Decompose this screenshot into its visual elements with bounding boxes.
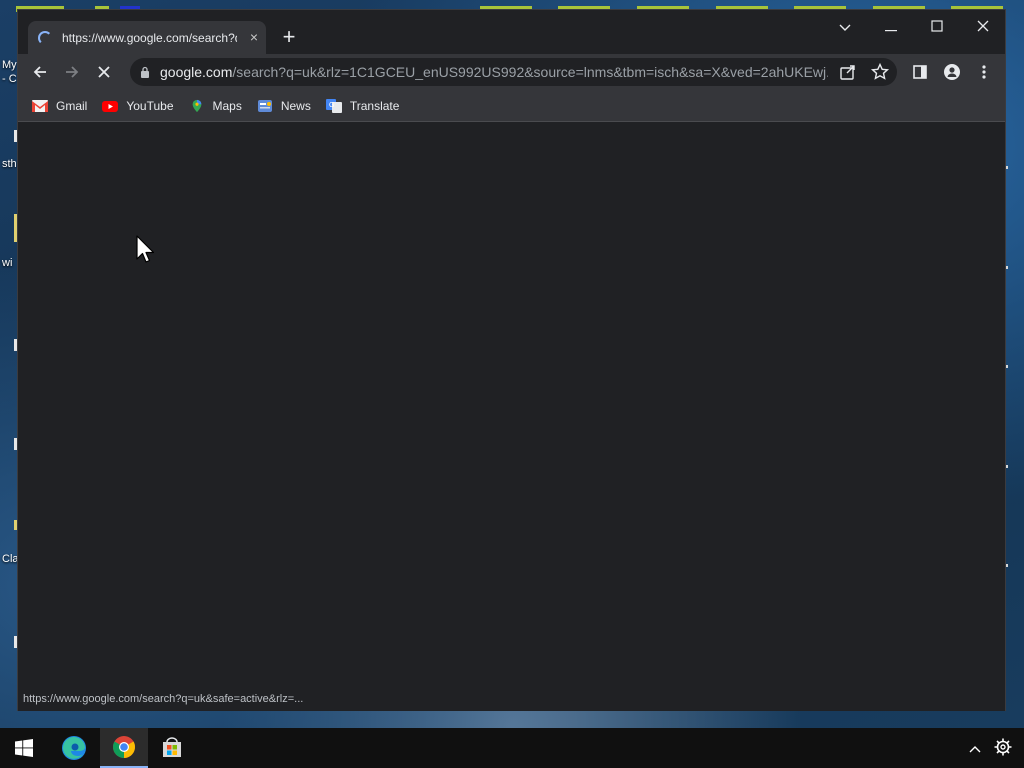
- stop-loading-button[interactable]: [92, 60, 116, 84]
- start-button[interactable]: [0, 728, 48, 768]
- desktop-icon-label[interactable]: - C: [2, 73, 17, 85]
- close-icon: [977, 20, 989, 32]
- youtube-icon: [102, 100, 119, 112]
- bookmark-gmail[interactable]: Gmail: [32, 99, 87, 113]
- browser-toolbar: google.com/search?q=uk&rlz=1C1GCEU_enUS9…: [18, 54, 1005, 90]
- more-vertical-icon: [982, 65, 986, 79]
- desktop-icon-label[interactable]: sth: [2, 158, 17, 170]
- new-tab-button[interactable]: +: [277, 26, 301, 50]
- status-bubble: https://www.google.com/search?q=uk&safe=…: [18, 688, 314, 710]
- url-path: /search?q=uk&rlz=1C1GCEU_enUS992US992&so…: [232, 64, 828, 80]
- forward-arrow-icon: [66, 66, 79, 78]
- tab-search-button[interactable]: [829, 16, 861, 38]
- translate-icon: G: [325, 98, 342, 113]
- menu-button[interactable]: [972, 60, 996, 84]
- page-content[interactable]: [18, 122, 1005, 711]
- taskbar-edge[interactable]: [50, 728, 98, 768]
- forward-button[interactable]: [60, 60, 84, 84]
- svg-text:G: G: [329, 102, 334, 109]
- settings-icon: [994, 738, 1012, 756]
- desktop-icon-label[interactable]: My: [2, 59, 17, 71]
- minimize-icon: [885, 30, 897, 32]
- profile-button[interactable]: [940, 60, 964, 84]
- chevron-up-icon: [969, 746, 981, 753]
- url-text[interactable]: google.com/search?q=uk&rlz=1C1GCEU_enUS9…: [160, 64, 828, 80]
- url-host: google.com: [160, 64, 233, 80]
- loading-spinner-icon: [38, 30, 52, 45]
- back-arrow-icon: [33, 66, 46, 78]
- stop-icon: [98, 66, 110, 78]
- close-window-button[interactable]: [967, 16, 999, 38]
- tab-strip: https://www.google.com/search?q=uk&rlz=1…: [18, 10, 1005, 54]
- profile-icon: [944, 64, 960, 80]
- bookmark-star-icon[interactable]: [870, 62, 890, 82]
- chrome-icon: [113, 736, 135, 758]
- desktop-icon-label[interactable]: wi: [2, 257, 12, 269]
- maximize-button[interactable]: [921, 16, 953, 38]
- address-bar[interactable]: google.com/search?q=uk&rlz=1C1GCEU_enUS9…: [130, 58, 897, 86]
- taskbar: [0, 728, 1024, 768]
- taskbar-store[interactable]: [148, 728, 196, 768]
- bookmark-news[interactable]: News: [257, 99, 311, 113]
- bookmark-label: YouTube: [126, 98, 174, 113]
- taskbar-chrome[interactable]: [100, 728, 148, 768]
- side-panel-icon: [913, 65, 927, 79]
- back-button[interactable]: [28, 60, 52, 84]
- bookmark-label: News: [280, 98, 311, 113]
- bookmark-youtube[interactable]: YouTube: [102, 98, 174, 113]
- bookmarks-bar: Gmail YouTube Maps News G Translate: [18, 90, 1005, 122]
- bookmark-label: Maps: [212, 98, 242, 113]
- bookmark-label: Translate: [349, 98, 400, 113]
- news-icon: [257, 99, 272, 112]
- minimize-button[interactable]: [875, 16, 907, 38]
- tab-close-icon[interactable]: ×: [250, 29, 258, 45]
- settings-button[interactable]: [993, 738, 1013, 758]
- lock-icon[interactable]: [140, 66, 150, 78]
- bookmark-translate[interactable]: G Translate: [325, 98, 400, 113]
- browser-window: https://www.google.com/search?q=uk&rlz=1…: [17, 9, 1006, 711]
- side-panel-button[interactable]: [908, 60, 932, 84]
- browser-tab[interactable]: https://www.google.com/search?q=uk&rlz=1…: [28, 21, 266, 54]
- show-hidden-icons-button[interactable]: [965, 738, 985, 758]
- chevron-down-icon: [839, 24, 851, 31]
- start-icon: [15, 739, 33, 757]
- bookmark-maps[interactable]: Maps: [189, 99, 242, 113]
- mouse-cursor-icon: [136, 235, 155, 263]
- bookmark-label: Gmail: [56, 98, 88, 113]
- tab-title: https://www.google.com/search?q=uk&rlz=1…: [62, 30, 237, 45]
- edge-icon: [62, 736, 86, 760]
- store-icon: [163, 737, 181, 757]
- maximize-icon: [931, 20, 943, 32]
- share-icon[interactable]: [838, 62, 858, 82]
- gmail-icon: [32, 99, 48, 112]
- maps-icon: [192, 99, 201, 112]
